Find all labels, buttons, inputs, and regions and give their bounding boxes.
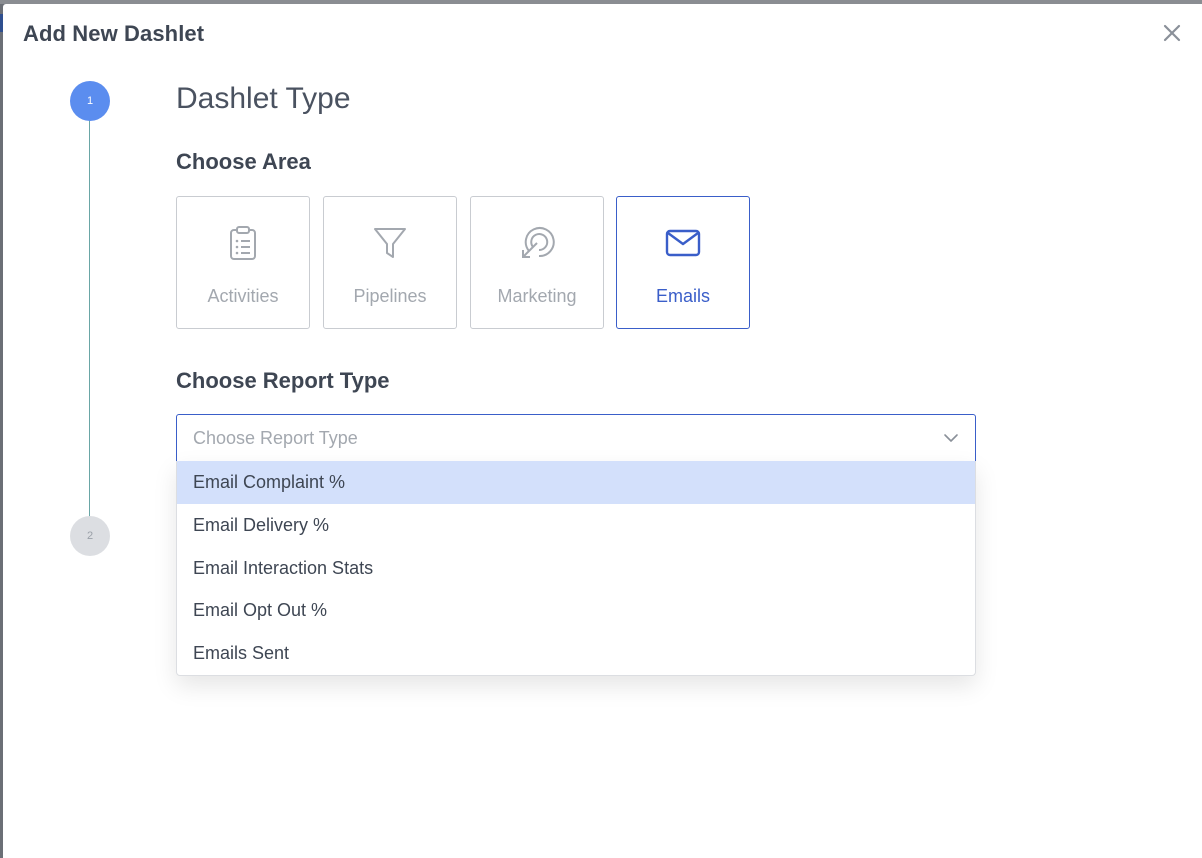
funnel-icon: [374, 228, 406, 258]
area-card-label: Marketing: [497, 286, 577, 306]
close-icon: [1163, 24, 1181, 42]
clipboard-list-icon: [230, 226, 256, 260]
area-card-emails[interactable]: Emails: [616, 196, 750, 329]
chevron-down-icon: [944, 434, 958, 442]
step-heading: Dashlet Type: [176, 82, 351, 115]
option-email-opt-out[interactable]: Email Opt Out %: [177, 589, 975, 632]
option-email-delivery[interactable]: Email Delivery %: [177, 504, 975, 547]
report-type-dropdown: Email Complaint % Email Delivery % Email…: [176, 461, 976, 676]
area-card-marketing[interactable]: Marketing: [470, 196, 604, 329]
area-card-label: Pipelines: [353, 286, 427, 306]
report-type-select[interactable]: Choose Report Type: [176, 414, 976, 462]
stepper-line: [89, 120, 90, 520]
option-emails-sent[interactable]: Emails Sent: [177, 632, 975, 675]
option-email-complaint[interactable]: Email Complaint %: [177, 461, 975, 504]
target-arrow-icon: [522, 227, 555, 258]
add-dashlet-modal: Add New Dashlet 1 2 Dashlet Type Choose …: [3, 4, 1202, 858]
option-email-interaction-stats[interactable]: Email Interaction Stats: [177, 547, 975, 590]
close-button[interactable]: [1159, 20, 1185, 46]
report-type-placeholder: Choose Report Type: [193, 428, 358, 448]
choose-area-label: Choose Area: [176, 149, 311, 174]
area-card-activities[interactable]: Activities: [176, 196, 310, 329]
modal-title: Add New Dashlet: [23, 21, 205, 46]
step-1-indicator: 1: [70, 81, 110, 121]
area-card-pipelines[interactable]: Pipelines: [323, 196, 457, 329]
step-2-indicator: 2: [70, 516, 110, 556]
area-card-label: Activities: [207, 286, 279, 306]
area-card-label: Emails: [655, 286, 710, 306]
choose-report-type-label: Choose Report Type: [176, 368, 390, 393]
envelope-icon: [665, 229, 701, 257]
